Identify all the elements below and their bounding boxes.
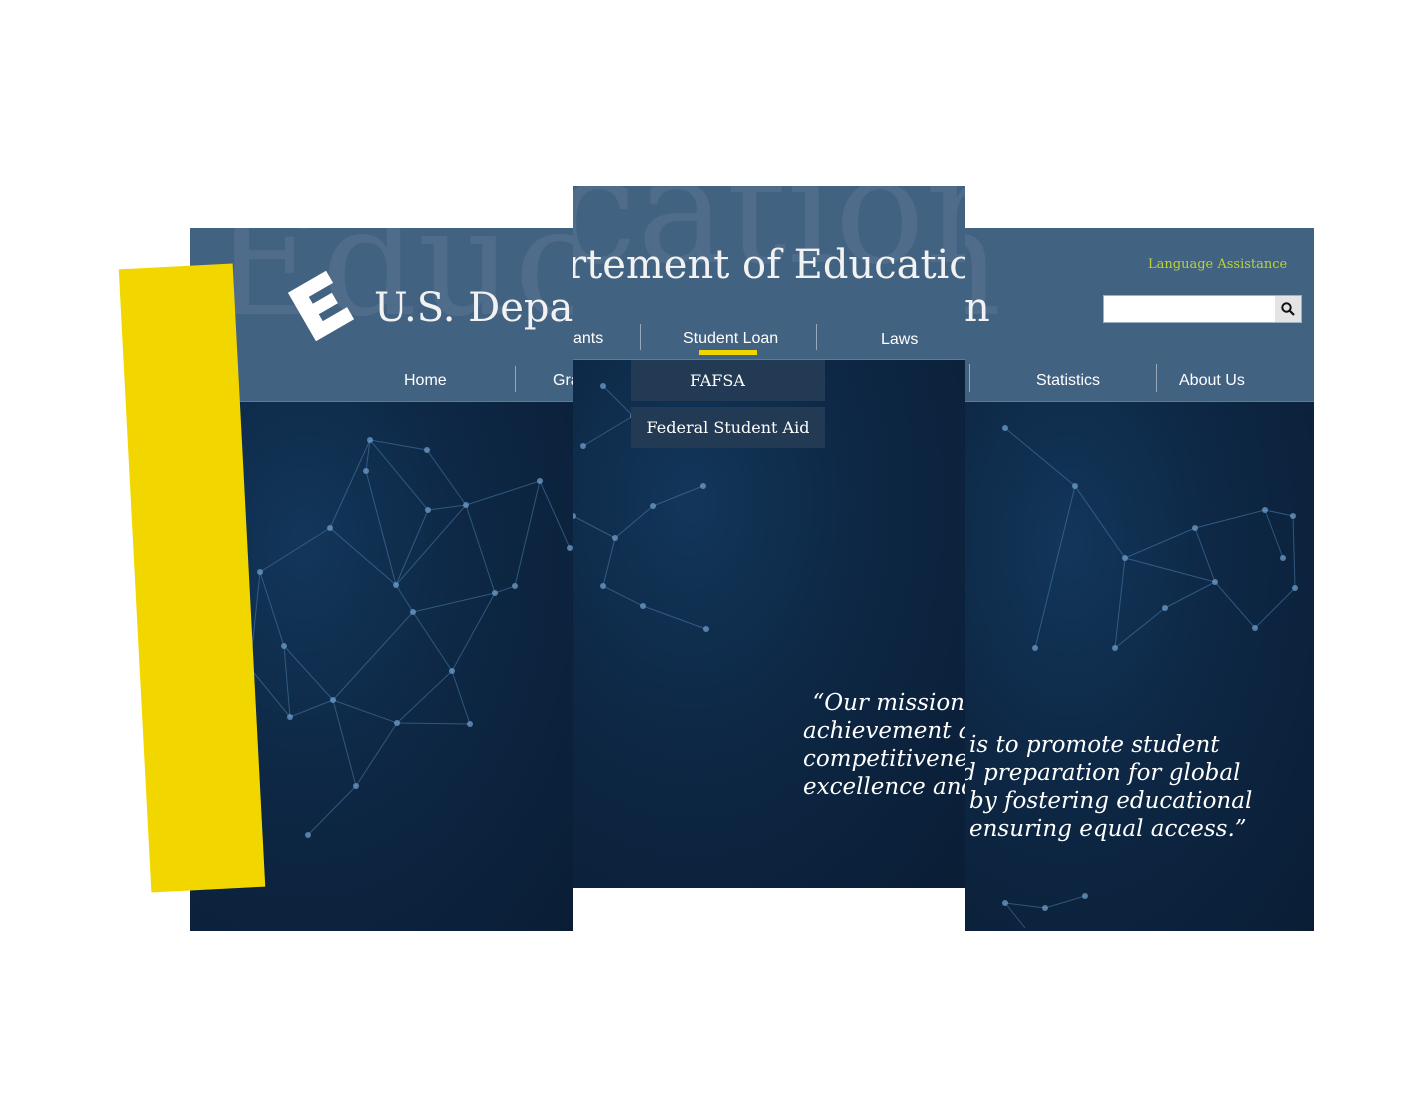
site-header: cation rtement of Educatio ants Student …	[573, 186, 965, 360]
nav-home[interactable]: Home	[404, 372, 447, 390]
quote-line: by fostering educational	[969, 788, 1253, 814]
mission-quote: is to promote student d preparation for …	[965, 731, 1253, 843]
nav-about-us[interactable]: About Us	[1179, 372, 1245, 390]
mission-quote: “Our mission achievement an competitiven…	[803, 689, 965, 801]
right-panel: n n Language Assistance Statistics About…	[965, 228, 1314, 931]
magnifier-icon	[1281, 302, 1295, 316]
dropdown-item-fafsa[interactable]: FAFSA	[631, 360, 825, 401]
nav-separator	[640, 324, 641, 350]
education-logo-icon[interactable]	[285, 266, 357, 346]
site-title[interactable]: U.S. Depar	[374, 288, 573, 328]
site-title[interactable]: rtement of Educatio	[573, 245, 965, 285]
nav-separator	[515, 366, 516, 392]
quote-line: excellence and	[803, 774, 965, 800]
site-header: Education U.S. Depar Home Gra	[190, 228, 573, 402]
nav-statistics[interactable]: Statistics	[1036, 372, 1100, 390]
quote-line: competitiveness	[803, 746, 965, 772]
active-tab-indicator	[699, 350, 757, 355]
quote-line: ensuring equal access.”	[969, 816, 1247, 842]
nav-separator	[1156, 364, 1157, 392]
dropdown-item-federal-student-aid[interactable]: Federal Student Aid	[631, 407, 825, 448]
nav-student-loan[interactable]: Student Loan	[683, 330, 778, 348]
site-header: n n Language Assistance Statistics About…	[965, 228, 1314, 402]
search-input[interactable]	[1104, 296, 1270, 320]
quote-line: “Our mission	[812, 690, 965, 716]
quote-line: is to promote student	[969, 732, 1220, 758]
nav-separator	[969, 364, 970, 392]
nav-grants[interactable]: Gra	[553, 372, 573, 390]
center-panel: cation rtement of Educatio ants Student …	[573, 186, 965, 888]
nav-laws[interactable]: Laws	[881, 331, 918, 349]
search-button[interactable]	[1275, 296, 1301, 322]
nav-grants[interactable]: ants	[573, 330, 603, 348]
site-title[interactable]: n	[965, 288, 990, 328]
language-assistance-link[interactable]: Language Assistance	[1148, 257, 1287, 272]
search-box	[1103, 295, 1302, 323]
nav-separator	[816, 324, 817, 350]
quote-line: achievement an	[803, 718, 965, 744]
quote-line: d preparation for global	[965, 760, 1241, 786]
